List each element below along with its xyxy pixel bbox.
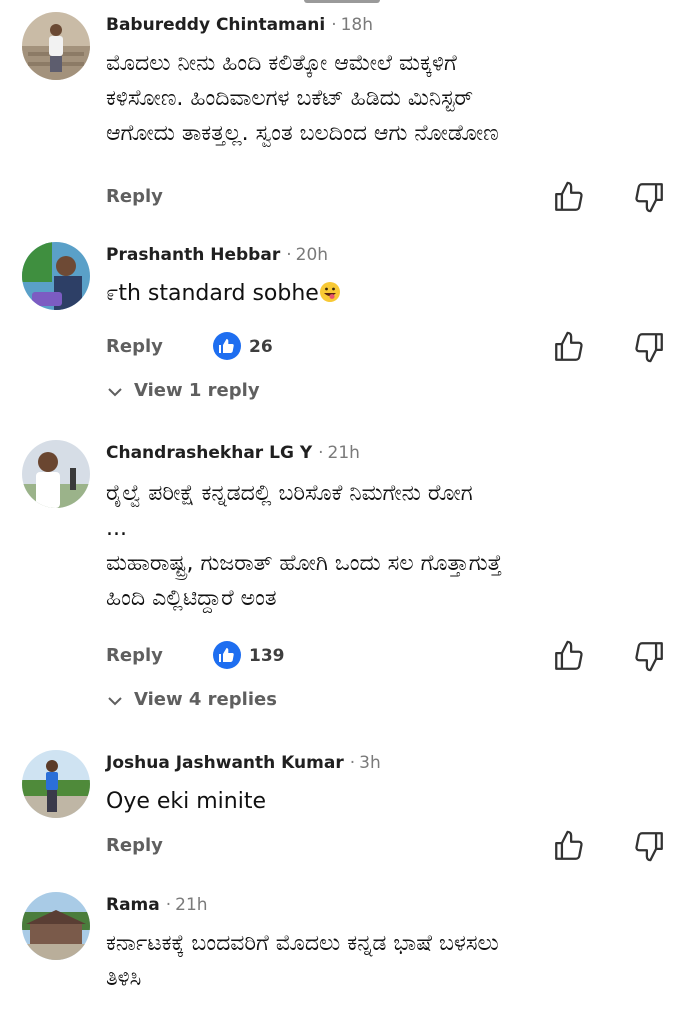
timestamp: 20h — [295, 245, 329, 265]
comment-header: Babureddy Chintamani · 18h — [106, 14, 373, 36]
comment-text-line: ೯th standard sobhe — [106, 276, 666, 311]
author-name[interactable]: Prashanth Hebbar — [106, 245, 280, 265]
timestamp: 21h — [327, 443, 360, 463]
top-scroll-indicator — [304, 0, 380, 3]
comment-actions: Reply 139 — [0, 637, 689, 677]
author-name[interactable]: Joshua Jashwanth Kumar — [106, 753, 344, 773]
thumbs-down-icon[interactable] — [632, 330, 666, 364]
author-name[interactable]: Chandrashekhar LG Y — [106, 443, 312, 463]
reply-button[interactable]: Reply — [106, 186, 163, 207]
separator-dot: · — [331, 15, 337, 35]
author-name[interactable]: Babureddy Chintamani — [106, 15, 325, 35]
avatar[interactable] — [22, 242, 90, 310]
thumbs-up-icon[interactable] — [552, 829, 586, 863]
comment-header: Chandrashekhar LG Y · 21h — [106, 442, 360, 464]
comment-actions: Reply — [0, 178, 689, 218]
timestamp: 3h — [359, 753, 381, 773]
reply-button[interactable]: Reply — [106, 835, 163, 856]
comment-actions: Reply 26 — [0, 328, 689, 368]
thumbs-up-badge-icon — [213, 332, 241, 360]
comment-text: ೯th standard sobhe — [106, 281, 319, 306]
like-count-value: 26 — [249, 337, 273, 357]
view-replies-label: View 4 replies — [134, 689, 277, 710]
separator-dot: · — [165, 895, 172, 915]
comment-text: Oye eki minite — [106, 789, 267, 814]
comment-text: ರೈಲ್ವೆ ಪರೀಕ್ಷೆ ಕನ್ನಡದಲ್ಲಿ ಬರಿಸೊಕೆ ನಿಮಗೇನ… — [106, 481, 503, 611]
like-count-value: 139 — [249, 646, 285, 666]
avatar[interactable] — [22, 440, 90, 508]
thumbs-up-icon[interactable] — [552, 180, 586, 214]
thumbs-down-icon[interactable] — [632, 829, 666, 863]
thumbs-up-icon[interactable] — [552, 639, 586, 673]
comment-text: ಕರ್ನಾಟಕಕ್ಕೆ ಬಂದವರಿಗೆ ಮೊದಲು ಕನ್ನಡ ಭಾಷೆ ಬಳ… — [106, 931, 499, 991]
avatar[interactable] — [22, 12, 90, 80]
thumbs-down-icon[interactable] — [632, 180, 666, 214]
timestamp: 18h — [340, 15, 373, 35]
thumbs-down-icon[interactable] — [632, 639, 666, 673]
separator-dot: · — [349, 753, 356, 773]
reply-button[interactable]: Reply — [106, 336, 163, 357]
separator-dot: · — [286, 245, 292, 265]
avatar[interactable] — [22, 750, 90, 818]
chevron-down-icon — [108, 697, 122, 706]
view-replies-label: View 1 reply — [134, 380, 260, 401]
timestamp: 21h — [175, 895, 208, 915]
comment-header: Rama · 21h — [106, 894, 208, 916]
grinning-tongue-emoji-icon — [319, 282, 340, 302]
thumbs-up-icon[interactable] — [552, 330, 586, 364]
avatar[interactable] — [22, 892, 90, 960]
comment-header: Joshua Jashwanth Kumar · 3h — [106, 752, 381, 774]
separator-dot: · — [318, 443, 324, 463]
comment-header: Prashanth Hebbar · 20h — [106, 244, 328, 266]
author-name[interactable]: Rama — [106, 895, 160, 915]
thumbs-up-badge-icon — [213, 641, 241, 669]
comment-actions: Reply — [0, 827, 689, 867]
chevron-down-icon — [108, 388, 122, 397]
reply-button[interactable]: Reply — [106, 645, 163, 666]
comment-text: ಮೊದಲು ನೀನು ಹಿಂದಿ ಕಲಿತ್ಕೋ ಆಮೇಲೆ ಮಕ್ಕಳಿಗೆ … — [106, 51, 499, 146]
